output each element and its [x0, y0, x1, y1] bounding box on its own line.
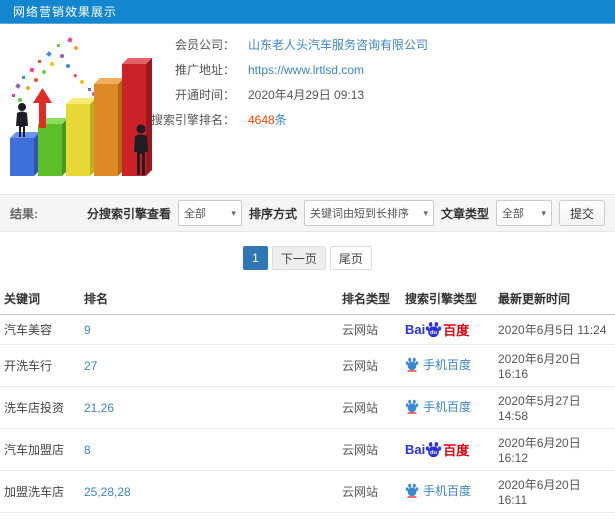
rank-type-cell: 云网站 — [338, 344, 401, 387]
keyword-cell: 加盟洗车店 — [0, 470, 80, 513]
keyword-cell: 汽车加盟店 — [0, 428, 80, 471]
updated-time-cell: 2020年6月5日 11:24 — [494, 314, 615, 345]
engine-filter-label: 分搜索引擎查看 — [86, 206, 171, 221]
rank-type-cell: 云网站 — [338, 428, 401, 471]
mobile-baidu-logo: 手机百度 — [405, 398, 471, 415]
article-type-select[interactable]: 全部 ▾ — [495, 200, 552, 226]
col-keyword: 关键词 — [0, 282, 80, 315]
sort-filter-select[interactable]: 关键词由短到长排序 ▾ — [303, 200, 434, 226]
rank-cell: 21,26 — [80, 386, 338, 429]
updated-time-cell: 2020年6月20日 16:11 — [494, 470, 615, 513]
rank-link[interactable]: 9 — [84, 323, 91, 337]
rank-cell: 25,28,28 — [80, 470, 338, 513]
bars — [10, 58, 152, 176]
rank-type-cell: 云网站 — [338, 314, 401, 345]
col-updated: 最新更新时间 — [494, 282, 615, 315]
col-rank: 排名 — [80, 282, 338, 315]
table-row: 开洗车行 27 云网站 Bai du 百度 — [0, 344, 615, 387]
rank-link[interactable]: 25,28,28 — [84, 485, 131, 499]
rank-link[interactable]: 8 — [84, 443, 91, 457]
filter-controls: 分搜索引擎查看 全部 ▾ 排序方式 关键词由短到长排序 ▾ 文章类型 全部 ▾ … — [87, 200, 605, 226]
account-info-section: 会员公司： 山东老人头汽车服务咨询有限公司 推广地址： https://www.… — [0, 24, 615, 188]
updated-time-cell: 2020年6月20日 16:12 — [494, 512, 615, 520]
table-header-row: 关键词 排名 排名类型 搜索引擎类型 最新更新时间 — [0, 282, 615, 315]
rank-cell: 8 — [80, 428, 338, 471]
rank-cell: 30 — [80, 512, 338, 520]
updated-time-cell: 2020年6月20日 16:16 — [494, 344, 615, 387]
rank-link[interactable]: 27 — [84, 359, 97, 373]
engine-logo-cell: Bai du 百度 — [401, 428, 494, 471]
caret-down-icon: ▾ — [231, 207, 236, 218]
engine-logo-cell: Bai du 百度 — [401, 512, 494, 520]
rankings-table: 关键词 排名 排名类型 搜索引擎类型 最新更新时间 汽车美容 9 云网站 Bai — [0, 282, 615, 520]
updated-time-cell: 2020年5月27日 14:58 — [494, 386, 615, 429]
table-row: 洗车赚钱吗 30 云网站 Bai du 百度 — [0, 512, 615, 520]
promo-url-link[interactable]: https://www.lrtlsd.com — [248, 63, 364, 77]
table-row: 汽车加盟店 8 云网站 Bai du 百度 2020年6月20日 16:12 — [0, 428, 615, 471]
result-label: 结果: — [10, 206, 38, 221]
company-row: 会员公司： 山东老人头汽车服务咨询有限公司 — [143, 36, 428, 53]
open-time-row: 开通时间： 2020年4月29日 09:13 — [143, 86, 428, 103]
next-page-button[interactable]: 下一页 — [271, 246, 326, 270]
last-page-button[interactable]: 尾页 — [329, 246, 372, 270]
sort-filter-label: 排序方式 — [248, 206, 297, 221]
rank-link[interactable]: 21,26 — [84, 401, 114, 415]
svg-text:du: du — [430, 450, 437, 456]
businessman-left — [16, 103, 28, 137]
baidu-paw-icon: du — [426, 441, 442, 458]
engine-filter-select[interactable]: 全部 ▾ — [177, 200, 242, 226]
open-time-label: 开通时间： — [174, 88, 235, 102]
table-row: 加盟洗车店 25,28,28 云网站 Bai du 百度 — [0, 470, 615, 513]
mobile-baidu-logo: 手机百度 — [405, 356, 471, 373]
article-type-label: 文章类型 — [440, 206, 489, 221]
submit-button[interactable]: 提交 — [558, 200, 605, 226]
svg-text:du: du — [430, 330, 437, 336]
company-link[interactable]: 山东老人头汽车服务咨询有限公司 — [248, 36, 428, 53]
caret-down-icon: ▾ — [423, 207, 428, 218]
table-row: 汽车美容 9 云网站 Bai du 百度 2020年6月5日 11:24 — [0, 314, 615, 345]
rank-type-cell: 云网站 — [338, 470, 401, 513]
baidu-paw-icon: du — [426, 321, 442, 338]
col-engine-type: 搜索引擎类型 — [401, 282, 494, 315]
confetti-dots — [12, 37, 96, 102]
mobile-baidu-logo: 手机百度 — [405, 482, 471, 499]
growth-chart-illustration — [10, 37, 152, 176]
engine-rank-label: 搜索引擎排名： — [150, 113, 235, 127]
mobile-baidu-paw-icon — [405, 483, 419, 498]
engine-logo-cell: Bai du 百度 — [401, 470, 494, 513]
account-info-list: 会员公司： 山东老人头汽车服务咨询有限公司 推广地址： https://www.… — [143, 36, 428, 136]
rank-type-cell: 云网站 — [338, 386, 401, 429]
pagination: 1 下一页 尾页 — [0, 246, 615, 270]
keyword-cell: 汽车美容 — [0, 314, 80, 345]
mobile-baidu-paw-icon — [405, 357, 419, 372]
baidu-logo: Bai du 百度 — [405, 321, 470, 338]
open-time-value: 2020年4月29日 09:13 — [248, 88, 365, 102]
page-1-button[interactable]: 1 — [243, 246, 268, 270]
page-header: 网络营销效果展示 — [0, 0, 615, 24]
engine-logo-cell: Bai du 百度 — [401, 386, 494, 429]
company-label: 会员公司： — [174, 38, 235, 52]
rank-cell: 9 — [80, 314, 338, 345]
updated-time-cell: 2020年6月20日 16:12 — [494, 428, 615, 471]
rank-count-suffix: 条 — [274, 113, 287, 127]
keyword-cell: 开洗车行 — [0, 344, 80, 387]
page-title: 网络营销效果展示 — [13, 5, 118, 19]
baidu-logo: Bai du 百度 — [405, 441, 470, 458]
promo-url-row: 推广地址： https://www.lrtlsd.com — [143, 61, 428, 78]
promo-url-label: 推广地址： — [174, 63, 235, 77]
engine-rank-row: 搜索引擎排名： 4648条 — [143, 111, 428, 128]
engine-logo-cell: Bai du 百度 — [401, 314, 494, 345]
col-rank-type: 排名类型 — [338, 282, 401, 315]
rank-count-value: 4648 — [248, 113, 275, 127]
rank-type-cell: 云网站 — [338, 512, 401, 520]
rank-cell: 27 — [80, 344, 338, 387]
engine-logo-cell: Bai du 百度 — [401, 344, 494, 387]
filter-bar: 结果: 分搜索引擎查看 全部 ▾ 排序方式 关键词由短到长排序 ▾ 文章类型 全… — [0, 194, 615, 232]
keyword-cell: 洗车店投资 — [0, 386, 80, 429]
keyword-cell: 洗车赚钱吗 — [0, 512, 80, 520]
mobile-baidu-paw-icon — [405, 399, 419, 414]
caret-down-icon: ▾ — [541, 207, 546, 218]
table-row: 洗车店投资 21,26 云网站 Bai du 百度 — [0, 386, 615, 429]
